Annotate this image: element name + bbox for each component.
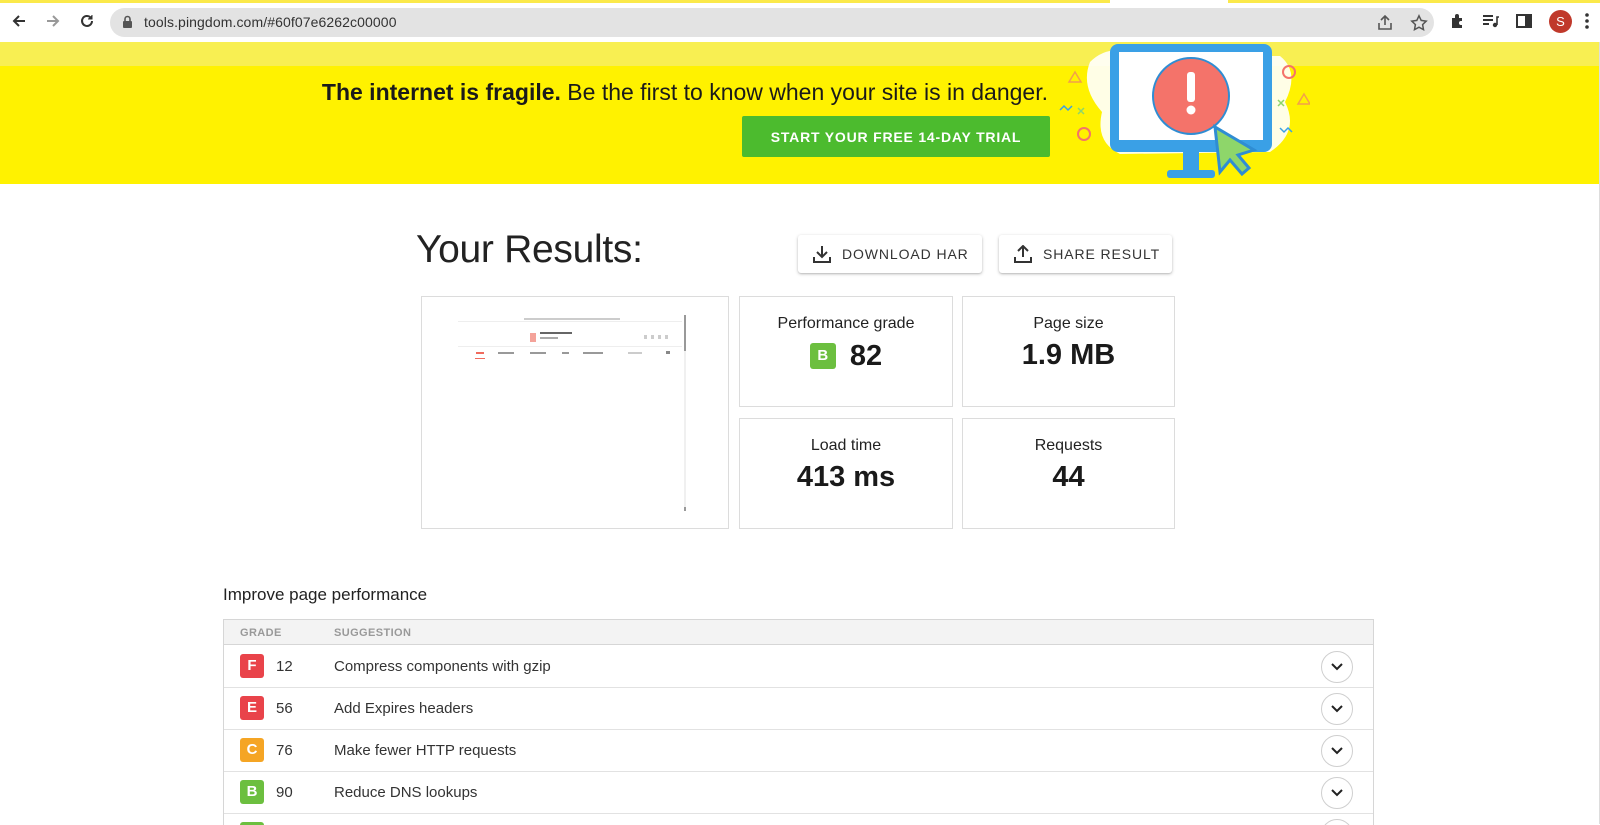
results-title: Your Results: [416, 228, 643, 271]
banner-headline: The internet is fragile. Be the first to… [322, 79, 1048, 106]
side-panel-button[interactable] [1514, 11, 1534, 31]
address-bar[interactable]: tools.pingdom.com/#60f07e6262c00000 [110, 8, 1434, 37]
expand-row-button[interactable] [1321, 735, 1353, 767]
active-tab-edge [0, 0, 1110, 3]
grade-score: 90 [276, 784, 293, 801]
suggestion-text: Make fewer HTTP requests [334, 742, 517, 759]
reload-icon [81, 14, 93, 27]
puzzle-icon [1452, 14, 1462, 28]
chevron-down-icon [1331, 747, 1343, 755]
download-icon [813, 246, 831, 263]
media-control-button[interactable] [1480, 11, 1500, 31]
requests-label: Requests [1034, 437, 1103, 454]
banner-top-stripe [0, 42, 1600, 66]
share-result-label: SHARE RESULT [1043, 246, 1161, 262]
requests-card: Requests 44 [962, 418, 1175, 529]
grade-score: 56 [276, 700, 293, 717]
table-row[interactable]: C 76 Make fewer HTTP requests [224, 729, 1373, 772]
menu-kebab-icon[interactable] [1584, 11, 1590, 31]
playlist-icon [1483, 15, 1499, 28]
page-screenshot-card [421, 296, 729, 529]
column-header-grade: GRADE [240, 627, 282, 639]
chevron-down-icon [1331, 663, 1343, 671]
side-panel-icon [1516, 14, 1532, 28]
extensions-button[interactable] [1448, 11, 1468, 31]
expand-row-button[interactable] [1321, 651, 1353, 683]
grade-badge: F [240, 654, 264, 678]
load-time-label: Load time [810, 437, 882, 454]
lock-icon [123, 15, 132, 28]
share-result-button[interactable]: SHARE RESULT [999, 235, 1172, 273]
banner-headline-rest: Be the first to know when your site is i… [560, 79, 1048, 105]
promo-banner: The internet is fragile. Be the first to… [0, 42, 1600, 184]
suggestion-text: Add Expires headers [334, 700, 474, 717]
back-arrow-icon [12, 15, 25, 27]
grade-badge: B [240, 780, 264, 804]
tab-edge [1228, 0, 1600, 3]
forward-button[interactable] [42, 10, 64, 32]
table-row[interactable] [224, 813, 1373, 825]
back-button[interactable] [8, 10, 30, 32]
page-size-card: Page size 1.9 MB [962, 296, 1175, 407]
grade-badge: C [240, 738, 264, 762]
performance-grade-badge: B [809, 343, 836, 370]
suggestion-text: Reduce DNS lookups [334, 784, 478, 801]
suggestions-table: GRADE SUGGESTION F 12 Compress components … [223, 619, 1374, 825]
download-har-button[interactable]: DOWNLOAD HAR [798, 235, 982, 273]
forward-arrow-icon [47, 15, 60, 27]
page-size-value: 1.9 MB [1021, 339, 1116, 371]
improve-section-title: Improve page performance [223, 585, 428, 604]
table-row[interactable]: B 90 Reduce DNS lookups [224, 771, 1373, 814]
share-page-icon[interactable] [1376, 14, 1394, 32]
performance-grade-label: Performance grade [777, 315, 915, 332]
grade-score: 76 [276, 742, 293, 759]
expand-row-button[interactable] [1321, 819, 1353, 825]
browser-toolbar: tools.pingdom.com/#60f07e6262c00000 S [0, 0, 1600, 42]
load-time-card: Load time 413 ms [739, 418, 953, 529]
reload-button[interactable] [76, 10, 98, 32]
page-screenshot-thumbnail [458, 315, 686, 511]
alert-monitor-illustration [1059, 44, 1310, 178]
grade-badge: E [240, 696, 264, 720]
performance-grade-value: B 82 [740, 339, 952, 373]
chevron-down-icon [1331, 705, 1343, 713]
column-header-suggestion: SUGGESTION [334, 627, 412, 639]
grade-score: 12 [276, 658, 293, 675]
download-har-label: DOWNLOAD HAR [842, 246, 969, 262]
performance-score: 82 [849, 339, 883, 372]
table-header: GRADE SUGGESTION [224, 620, 1373, 645]
load-time-value: 413 ms [796, 461, 896, 493]
suggestion-text: Compress components with gzip [334, 658, 551, 675]
table-row[interactable]: E 56 Add Expires headers [224, 687, 1373, 730]
profile-avatar[interactable]: S [1549, 10, 1572, 33]
requests-value: 44 [1052, 461, 1085, 493]
banner-headline-bold: The internet is fragile. [321, 79, 561, 105]
url-text: tools.pingdom.com/#60f07e6262c00000 [144, 14, 397, 30]
start-trial-button[interactable]: START YOUR FREE 14-DAY TRIAL [742, 116, 1050, 157]
expand-row-button[interactable] [1321, 777, 1353, 809]
bookmark-star-icon[interactable] [1410, 14, 1428, 32]
chevron-down-icon [1331, 789, 1343, 797]
performance-grade-card: Performance grade B 82 [739, 296, 953, 407]
upload-icon [1014, 245, 1032, 263]
page-size-label: Page size [1033, 315, 1104, 332]
table-row[interactable]: F 12 Compress components with gzip [224, 645, 1373, 688]
expand-row-button[interactable] [1321, 693, 1353, 725]
